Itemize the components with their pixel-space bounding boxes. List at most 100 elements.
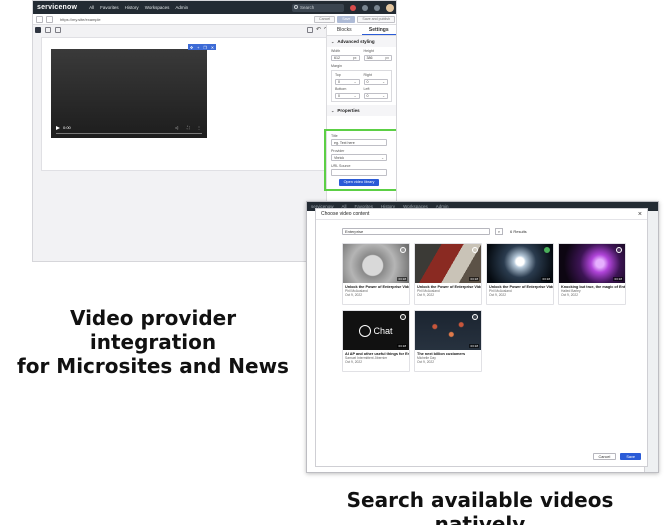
- move-icon[interactable]: ✥: [190, 45, 193, 50]
- video-thumbnail[interactable]: 03:18: [415, 311, 481, 350]
- block-toolbar: ✥ + ❐ ✕: [188, 44, 216, 50]
- nav-favorites[interactable]: Favorites: [100, 5, 119, 10]
- margin-bottom-field[interactable]: 0 ⌄: [335, 93, 360, 99]
- help-icon[interactable]: [362, 4, 368, 11]
- fullscreen-icon[interactable]: ⛶: [187, 125, 190, 130]
- video-card[interactable]: 03:18 The next billion customers Michelle …: [414, 310, 482, 372]
- select-radio[interactable]: [472, 314, 478, 320]
- margin-left-value: 0: [366, 94, 369, 98]
- nav-all[interactable]: All: [89, 5, 94, 10]
- width-field[interactable]: 612 px: [331, 55, 360, 61]
- select-radio[interactable]: [616, 247, 622, 253]
- video-search-input[interactable]: [342, 228, 490, 235]
- video-date: Oct 9, 2022: [417, 360, 435, 364]
- save-publish-button[interactable]: Save and publish: [357, 15, 395, 23]
- video-card[interactable]: 03:18 Knocking but true, the magic of Ent…: [558, 243, 626, 305]
- chevron-down-icon: ⌄: [382, 94, 385, 98]
- video-thumbnail[interactable]: 03:18: [415, 244, 481, 283]
- tab-blocks[interactable]: Blocks: [327, 25, 362, 35]
- tab-settings[interactable]: Settings: [361, 25, 396, 35]
- properties-header[interactable]: ⌄ Properties: [327, 105, 396, 116]
- video-thumbnail[interactable]: Chat 03:18: [343, 311, 409, 350]
- video-card[interactable]: 03:18 Unlock the Power of Enterprise Vide…: [486, 243, 554, 305]
- margin-label: Margin: [331, 64, 342, 68]
- video-player[interactable]: 0:00 ◁ ⛶ ⋮: [51, 49, 207, 138]
- select-radio[interactable]: [472, 247, 478, 253]
- properties-fields: Title eg. Text here Provider Vbrick ⌄ URL…: [331, 134, 387, 186]
- avatar[interactable]: [386, 3, 394, 12]
- width-unit: px: [352, 56, 357, 60]
- layout-icon[interactable]: [306, 27, 313, 33]
- open-video-library-button[interactable]: Open video library: [339, 179, 379, 186]
- chat-logo-icon: [359, 324, 372, 337]
- undo-icon[interactable]: ↶: [316, 27, 321, 33]
- video-duration: 03:18: [613, 277, 623, 281]
- video-progress[interactable]: [56, 133, 202, 134]
- video-thumbnail[interactable]: 03:18: [343, 244, 409, 283]
- device-toolbar: ↶ ↷: [33, 25, 333, 35]
- video-duration: 03:18: [397, 277, 407, 281]
- chevron-down-icon: ⌄: [353, 80, 357, 84]
- save-button[interactable]: Save: [620, 453, 641, 460]
- width-label: Width: [331, 49, 341, 53]
- advanced-styling-header[interactable]: ⌄ Advanced styling: [327, 36, 396, 47]
- size-fields: Width Height 612 px 386 px: [327, 47, 396, 63]
- margin-right-field[interactable]: 0 ⌄: [363, 79, 388, 85]
- advanced-styling-label: Advanced styling: [337, 39, 375, 44]
- add-icon[interactable]: +: [197, 45, 199, 50]
- play-icon[interactable]: [56, 126, 60, 130]
- url-source-input[interactable]: [331, 169, 387, 176]
- margin-top-value: 0: [338, 80, 340, 84]
- cancel-button[interactable]: Cancel: [314, 15, 336, 23]
- copy-icon[interactable]: ❐: [203, 45, 207, 50]
- video-duration: 03:18: [541, 277, 551, 281]
- close-icon[interactable]: ×: [638, 211, 642, 218]
- page-canvas: 0:00 ◁ ⛶ ⋮ ✥ + ❐ ✕: [41, 37, 327, 171]
- save-button[interactable]: Save: [337, 15, 356, 23]
- chevron-down-icon: ⌄: [381, 155, 384, 160]
- menu-icon[interactable]: ⋮: [197, 125, 201, 130]
- select-radio[interactable]: [400, 247, 406, 253]
- video-duration: 03:18: [469, 277, 479, 281]
- height-label: Height: [363, 49, 374, 53]
- back-button[interactable]: [36, 15, 43, 23]
- volume-icon[interactable]: ◁: [175, 125, 178, 130]
- video-card[interactable]: Chat 03:18 AI AP and other useful things f…: [342, 310, 410, 372]
- video-date: Oct 9, 2022: [561, 293, 579, 297]
- video-date: Oct 9, 2022: [489, 293, 507, 297]
- title-input[interactable]: eg. Text here: [331, 139, 387, 146]
- selected-check-icon[interactable]: [544, 247, 550, 253]
- select-radio[interactable]: [400, 314, 406, 320]
- global-search[interactable]: Search: [292, 3, 344, 12]
- video-search: ⌕ 6 Results: [342, 228, 527, 235]
- margin-fields: Top Right 0 ⌄ 0 ⌄ Bottom Left 0 ⌄ 0 ⌄: [331, 70, 392, 102]
- mobile-icon[interactable]: [55, 27, 61, 33]
- height-field[interactable]: 386 px: [363, 55, 392, 61]
- video-card[interactable]: 03:18 Unlock the Power of Enterprise Vide…: [414, 243, 482, 305]
- cancel-button[interactable]: Cancel: [592, 453, 617, 460]
- video-card[interactable]: 03:18 Unlock the Power of Enterprise Vide…: [342, 243, 410, 305]
- provider-select[interactable]: Vbrick ⌄: [331, 154, 387, 161]
- brand-logo: servicenow: [37, 4, 78, 11]
- delete-icon[interactable]: ✕: [211, 45, 214, 50]
- nav-admin[interactable]: Admin: [175, 5, 188, 10]
- settings-icon[interactable]: [374, 4, 380, 11]
- more-button[interactable]: [46, 15, 53, 23]
- video-thumbnail[interactable]: 03:18: [487, 244, 553, 283]
- video-thumbnail[interactable]: 03:18: [559, 244, 625, 283]
- video-date: Oct 9, 2022: [345, 360, 363, 364]
- modal-title: Choose video content: [321, 211, 370, 217]
- nav-workspaces[interactable]: Workspaces: [145, 5, 170, 10]
- margin-left-field[interactable]: 0 ⌄: [363, 93, 388, 99]
- nav-history[interactable]: History: [125, 5, 139, 10]
- global-search-label: Search: [300, 5, 315, 10]
- caption-line-1: Video provider integration: [69, 306, 237, 354]
- desktop-icon[interactable]: [35, 27, 41, 33]
- search-icon[interactable]: ⌕: [495, 228, 503, 235]
- notification-icon[interactable]: [350, 4, 356, 11]
- video-duration: 03:18: [469, 344, 479, 348]
- provider-label: Provider: [331, 149, 345, 153]
- width-value: 612: [334, 56, 340, 60]
- margin-top-field[interactable]: 0 ⌄: [335, 79, 360, 85]
- tablet-icon[interactable]: [45, 27, 51, 33]
